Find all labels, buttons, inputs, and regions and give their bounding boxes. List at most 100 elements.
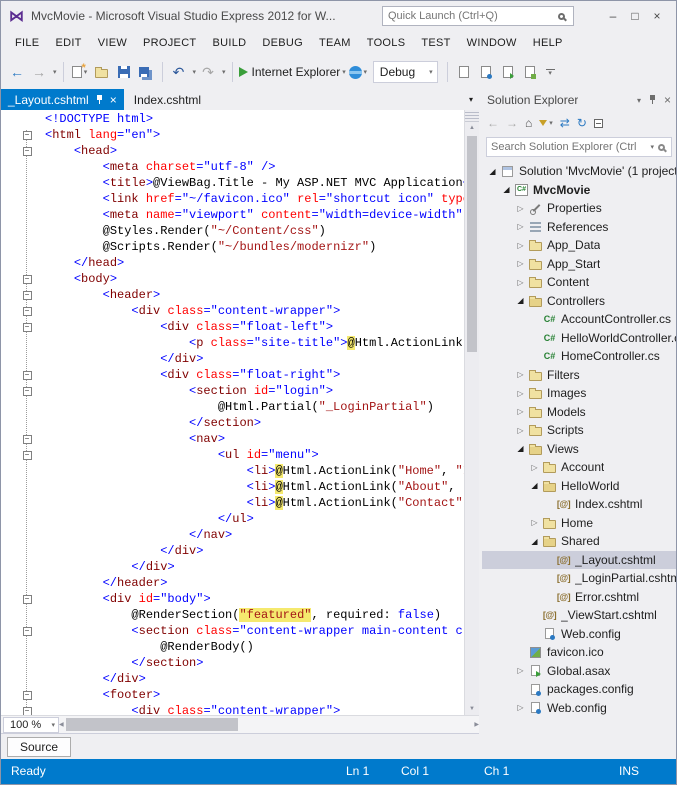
tree-item-packages-config[interactable]: packages.config <box>482 680 676 699</box>
chevron-collapsed-icon[interactable]: ▷ <box>514 666 527 675</box>
tree-item-properties[interactable]: ▷Properties <box>482 199 676 218</box>
tree-item-helloworld[interactable]: ◢HelloWorld <box>482 477 676 496</box>
solution-explorer-header[interactable]: Solution Explorer ▾ × <box>482 89 676 111</box>
menu-project[interactable]: PROJECT <box>135 31 204 55</box>
back-icon[interactable]: ← <box>487 116 499 130</box>
tree-item-solution-mvcmovie-1-project[interactable]: ◢Solution 'MvcMovie' (1 project) <box>482 162 676 181</box>
chevron-collapsed-icon[interactable]: ▷ <box>528 518 541 527</box>
code-line[interactable]: − <head> <box>1 143 464 159</box>
collapse-region-icon[interactable]: − <box>23 147 32 156</box>
collapse-region-icon[interactable]: − <box>23 275 32 284</box>
code-line[interactable]: − <div class="content-wrapper"> <box>1 303 464 319</box>
solution-configuration-combo[interactable]: Debug ▾ <box>373 61 438 83</box>
code-line[interactable]: <li>@Html.ActionLink("Contact", <box>1 495 464 511</box>
chevron-collapsed-icon[interactable]: ▷ <box>514 370 527 379</box>
tree-item-account[interactable]: ▷Account <box>482 458 676 477</box>
collapse-region-icon[interactable]: − <box>23 307 32 316</box>
code-line[interactable]: − <div class="float-right"> <box>1 367 464 383</box>
code-line[interactable]: − <footer> <box>1 687 464 703</box>
maximize-button[interactable]: □ <box>624 9 646 23</box>
fold-toggle[interactable]: − <box>19 703 35 715</box>
chevron-expanded-icon[interactable]: ◢ <box>514 296 527 305</box>
collapse-region-icon[interactable]: − <box>23 435 32 444</box>
solution-search-box[interactable]: ▾ <box>486 137 672 157</box>
code-line[interactable]: @RenderBody() <box>1 639 464 655</box>
collapse-region-icon[interactable]: − <box>23 291 32 300</box>
tree-item-error-cshtml[interactable]: [@]Error.cshtml <box>482 588 676 607</box>
code-line[interactable]: </div> <box>1 543 464 559</box>
code-line[interactable]: @Scripts.Render("~/bundles/modernizr") <box>1 239 464 255</box>
code-line[interactable]: <li>@Html.ActionLink("About", " <box>1 479 464 495</box>
hscrollbar-thumb[interactable] <box>66 718 239 731</box>
fold-toggle[interactable]: − <box>19 127 35 143</box>
menu-team[interactable]: TEAM <box>311 31 359 55</box>
fold-toggle[interactable]: − <box>19 431 35 447</box>
menu-file[interactable]: FILE <box>7 31 47 55</box>
close-button[interactable]: × <box>646 9 668 23</box>
menu-edit[interactable]: EDIT <box>47 31 89 55</box>
tab-list-dropdown-icon[interactable]: ▾ <box>469 95 479 104</box>
fold-toggle[interactable]: − <box>19 271 35 287</box>
fold-toggle[interactable]: − <box>19 143 35 159</box>
tree-item-favicon-ico[interactable]: favicon.ico <box>482 643 676 662</box>
chevron-collapsed-icon[interactable]: ▷ <box>514 204 527 213</box>
tree-item-scripts[interactable]: ▷Scripts <box>482 421 676 440</box>
collapse-region-icon[interactable]: − <box>23 451 32 460</box>
splitter-grip[interactable] <box>465 110 479 122</box>
fold-toggle[interactable]: − <box>19 319 35 335</box>
vertical-scrollbar[interactable]: ▲ ▼ <box>464 110 479 715</box>
hscrollbar-track[interactable] <box>64 716 475 733</box>
refresh-icon[interactable]: ↻ <box>577 116 587 130</box>
code-line[interactable]: </nav> <box>1 527 464 543</box>
chevron-expanded-icon[interactable]: ◢ <box>500 185 513 194</box>
code-line[interactable]: </header> <box>1 575 464 591</box>
close-icon[interactable]: × <box>664 93 671 107</box>
tree-item-models[interactable]: ▷Models <box>482 403 676 422</box>
tree-item-web-config[interactable]: ▷Web.config <box>482 699 676 718</box>
navigate-back-icon[interactable]: ← <box>7 60 27 84</box>
save-all-button[interactable] <box>136 60 156 84</box>
collapse-all-button[interactable] <box>594 119 603 128</box>
tree-item-content[interactable]: ▷Content <box>482 273 676 292</box>
start-debugging-button[interactable]: Internet Explorer ▾ <box>239 60 346 84</box>
code-area[interactable]: <!DOCTYPE html>−<html lang="en">− <head>… <box>1 110 464 715</box>
source-view-button[interactable]: Source <box>7 737 71 757</box>
chevron-collapsed-icon[interactable]: ▷ <box>514 222 527 231</box>
tree-item-viewstart-cshtml[interactable]: [@]_ViewStart.cshtml <box>482 606 676 625</box>
tab-layout-cshtml[interactable]: _Layout.cshtml × <box>1 89 124 110</box>
code-line[interactable]: @RenderSection("featured", required: fal… <box>1 607 464 623</box>
tree-item-filters[interactable]: ▷Filters <box>482 366 676 385</box>
tab-index-cshtml[interactable]: Index.cshtml <box>124 89 211 110</box>
chevron-collapsed-icon[interactable]: ▷ <box>514 241 527 250</box>
chevron-collapsed-icon[interactable]: ▷ <box>514 426 527 435</box>
fold-toggle[interactable]: − <box>19 447 35 463</box>
chevron-expanded-icon[interactable]: ◢ <box>486 167 499 176</box>
code-line[interactable]: </div> <box>1 559 464 575</box>
view-in-browser-button[interactable] <box>498 60 518 84</box>
tree-item-references[interactable]: ▷References <box>482 218 676 237</box>
chevron-collapsed-icon[interactable]: ▷ <box>514 389 527 398</box>
save-button[interactable] <box>114 60 134 84</box>
properties-window-button[interactable] <box>476 60 496 84</box>
fold-toggle[interactable]: − <box>19 383 35 399</box>
run-target-dropdown-icon[interactable]: ▾ <box>342 68 346 76</box>
search-options-dropdown-icon[interactable]: ▾ <box>650 143 654 151</box>
chevron-collapsed-icon[interactable]: ▷ <box>514 259 527 268</box>
menu-help[interactable]: HELP <box>525 31 571 55</box>
undo-button[interactable]: ↶ <box>169 60 189 84</box>
collapse-region-icon[interactable]: − <box>23 387 32 396</box>
tree-item-shared[interactable]: ◢Shared <box>482 532 676 551</box>
tree-item-accountcontroller-cs[interactable]: C#AccountController.cs <box>482 310 676 329</box>
menu-debug[interactable]: DEBUG <box>254 31 311 55</box>
code-line[interactable]: <meta charset="utf-8" /> <box>1 159 464 175</box>
redo-dropdown-icon[interactable]: ▾ <box>222 68 226 76</box>
pin-icon[interactable] <box>95 95 104 105</box>
tree-item-app-start[interactable]: ▷App_Start <box>482 255 676 274</box>
tree-item-index-cshtml[interactable]: [@]Index.cshtml <box>482 495 676 514</box>
navigate-dropdown-icon[interactable]: ▾ <box>53 68 57 76</box>
code-line[interactable]: <li>@Html.ActionLink("Home", "I <box>1 463 464 479</box>
chevron-collapsed-icon[interactable]: ▷ <box>514 278 527 287</box>
fold-toggle[interactable]: − <box>19 303 35 319</box>
tree-item-app-data[interactable]: ▷App_Data <box>482 236 676 255</box>
browser-select-button[interactable]: ▾ <box>348 60 368 84</box>
